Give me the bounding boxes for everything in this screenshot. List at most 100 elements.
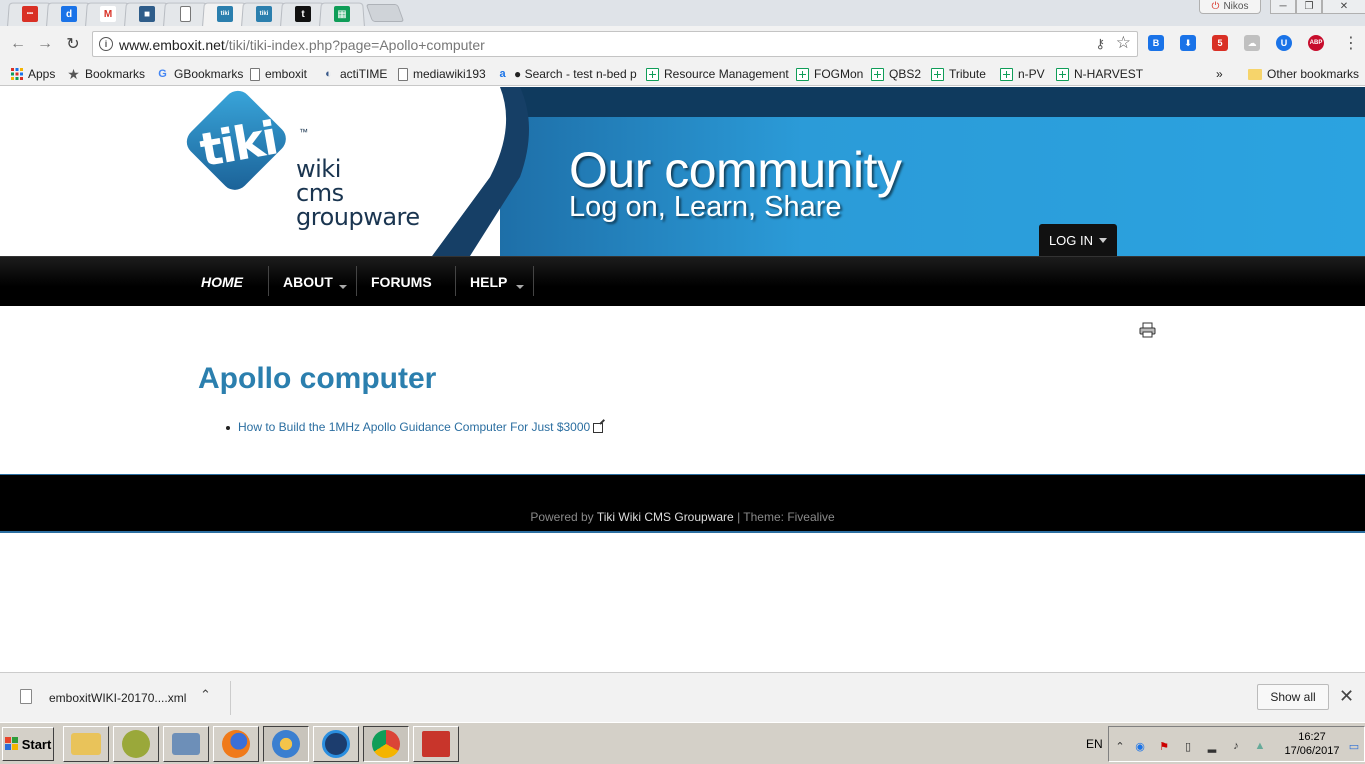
bookmark-actitime[interactable]: ◐ actiTIME	[322, 66, 387, 82]
nav-help[interactable]: HELP	[470, 257, 507, 307]
site-footer: Powered by Tiki Wiki CMS Groupware | The…	[0, 474, 1365, 533]
browser-menu-icon[interactable]: ⋮	[1343, 33, 1359, 53]
taskbar-app-leaf[interactable]	[113, 726, 159, 762]
sheets-icon	[931, 67, 944, 81]
bookmark-gbookmarks[interactable]: G GBookmarks	[156, 66, 243, 82]
banner-subtitle: Log on, Learn, Share	[569, 191, 842, 223]
bookmark-bookmarks[interactable]: ★ Bookmarks	[67, 66, 145, 82]
bookmark-emboxit[interactable]: emboxit	[250, 66, 307, 82]
tray-app-icon[interactable]: ◉	[1133, 739, 1147, 753]
show-all-button[interactable]: Show all	[1257, 684, 1329, 710]
download-arrow-extension-icon[interactable]: ⬇	[1180, 35, 1196, 51]
sheets-icon: ▦	[334, 6, 350, 22]
bookmark-apps[interactable]: Apps	[10, 66, 55, 82]
bookmark-mediawiki193[interactable]: mediawiki193	[398, 66, 486, 82]
download-shelf: emboxitWIKI-20170....xml ⌃ Show all ✕	[0, 672, 1365, 722]
article-link[interactable]: How to Build the 1MHz Apollo Guidance Co…	[238, 420, 590, 434]
bookmark-tribute[interactable]: Tribute	[931, 66, 986, 82]
tray-signal-icon[interactable]: ▂	[1205, 739, 1219, 753]
clock[interactable]: 16:27 17/06/2017	[1278, 730, 1346, 758]
nav-home[interactable]: HOME	[201, 257, 243, 307]
taskbar-explorer[interactable]	[63, 726, 109, 762]
page-icon	[398, 67, 408, 81]
red-badge-extension-icon[interactable]: 5	[1212, 35, 1228, 51]
tray-volume-icon[interactable]: ♪	[1229, 739, 1243, 753]
toggl-icon: t	[295, 6, 311, 22]
close-shelf-icon[interactable]: ✕	[1339, 686, 1354, 707]
taskbar-app-r[interactable]	[413, 726, 459, 762]
actitime-icon: ◐	[325, 68, 332, 80]
profile-button[interactable]: ⏻ Nikos	[1199, 0, 1261, 14]
file-explorer-icon	[71, 733, 101, 755]
sheets-icon	[1056, 67, 1069, 81]
bookmark-fogmon[interactable]: FOGMon	[796, 66, 863, 82]
info-icon[interactable]: i	[99, 37, 113, 51]
bookmark-qbs2[interactable]: QBS2	[871, 66, 921, 82]
browser-tab[interactable]: ▦	[319, 2, 365, 27]
tray-usb-icon[interactable]: ▯	[1181, 739, 1195, 753]
profile-name: Nikos	[1223, 1, 1249, 12]
logo-word-wiki: wiki	[296, 155, 341, 183]
new-tab-button[interactable]	[365, 4, 405, 22]
nav-forums[interactable]: FORUMS	[371, 257, 432, 307]
close-window-button[interactable]: ✕	[1322, 0, 1365, 14]
url-host: www.emboxit.net	[119, 37, 225, 53]
submenu-caret-icon	[339, 285, 347, 289]
main-navigation: HOME ABOUT FORUMS HELP	[0, 256, 1365, 306]
back-button[interactable]: ←	[8, 34, 28, 54]
bookmarks-overflow-button[interactable]: »	[1216, 66, 1223, 82]
bookmark-resource-management[interactable]: Resource Management	[646, 66, 789, 82]
taskbar-app-ccleaner[interactable]	[313, 726, 359, 762]
bookmark-n-harvest[interactable]: N-HARVEST	[1056, 66, 1143, 82]
other-bookmarks[interactable]: Other bookmarks	[1248, 66, 1359, 82]
bookmark-label: Tribute	[949, 67, 986, 81]
taskbar-app-compass[interactable]	[263, 726, 309, 762]
tray-desktop-icon[interactable]: ▭	[1347, 739, 1361, 753]
footer-product-link[interactable]: Tiki Wiki CMS Groupware	[597, 510, 734, 524]
footer-powered-by: Powered by	[530, 510, 594, 524]
d-app-icon: d	[61, 6, 77, 22]
b-extension-icon[interactable]: B	[1148, 35, 1164, 51]
url-path: /tiki/tiki-index.php?page=Apollo+compute…	[224, 37, 485, 53]
login-button[interactable]: LOG IN	[1039, 224, 1117, 256]
bookmark-star-icon[interactable]: ☆	[1116, 33, 1131, 53]
print-icon[interactable]	[1139, 322, 1156, 338]
footer-theme: | Theme: Fivealive	[737, 510, 835, 524]
xml-file-icon	[20, 689, 32, 704]
profile-icon: ⏻	[1211, 1, 1220, 12]
tray-expand-icon[interactable]: ⌃	[1113, 739, 1127, 753]
download-filename[interactable]: emboxitWIKI-20170....xml	[49, 691, 186, 705]
sheets-icon	[796, 67, 809, 81]
bookmark-label: Apps	[28, 67, 56, 81]
forward-button[interactable]: →	[35, 34, 55, 54]
page-title: Apollo computer	[198, 362, 437, 395]
reload-button[interactable]: ↻	[63, 34, 83, 54]
nav-about[interactable]: ABOUT	[283, 257, 333, 307]
bookmark-label: QBS2	[889, 67, 922, 81]
taskbar-network[interactable]	[163, 726, 209, 762]
adblock-plus-icon[interactable]: ABP	[1308, 35, 1324, 51]
tray-flag-icon[interactable]: ⚑	[1157, 739, 1171, 753]
restore-button[interactable]: ❐	[1296, 0, 1322, 14]
cloud-extension-icon[interactable]: ☁	[1244, 35, 1260, 51]
other-bookmarks-label: Other bookmarks	[1267, 67, 1360, 81]
address-bar[interactable]: i www.emboxit.net/tiki/tiki-index.php?pa…	[92, 31, 1138, 57]
network-computer-icon	[172, 733, 200, 755]
taskbar-firefox[interactable]	[213, 726, 259, 762]
sheets-icon	[646, 67, 659, 81]
tray-drive-icon[interactable]: ▲	[1253, 739, 1267, 753]
list-bullet	[226, 426, 230, 430]
minimize-button[interactable]: ─	[1270, 0, 1296, 14]
external-link-icon[interactable]	[593, 423, 604, 433]
language-indicator[interactable]: EN	[1086, 737, 1103, 751]
bookmark-search-test-n-bed-p[interactable]: a ● Search - test n-bed p	[496, 66, 636, 82]
google-icon: G	[158, 68, 167, 80]
taskbar-chrome[interactable]	[363, 726, 409, 762]
key-icon[interactable]: ⚷	[1095, 36, 1105, 52]
chevron-up-icon[interactable]: ⌃	[200, 687, 211, 703]
bookmark-n-pv[interactable]: n-PV	[1000, 66, 1045, 82]
clock-date: 17/06/2017	[1284, 745, 1340, 757]
start-button[interactable]: Start	[2, 727, 54, 761]
bookmark-label: emboxit	[265, 67, 308, 81]
pocket-extension-icon[interactable]: U	[1276, 35, 1292, 51]
